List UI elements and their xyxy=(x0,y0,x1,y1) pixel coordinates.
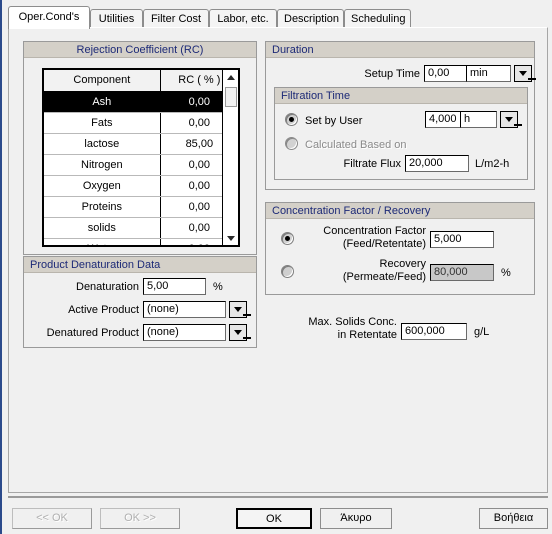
concentration-factor-title: Concentration Factor / Recovery xyxy=(266,203,534,219)
table-row[interactable]: Ash 0,00 xyxy=(44,91,238,113)
table-row[interactable]: Nitrogen 0,00 xyxy=(44,154,238,176)
filtration-time-title: Filtration Time xyxy=(275,88,527,104)
cell-component[interactable]: Nitrogen xyxy=(44,154,161,176)
rejection-coefficient-group: Rejection Coefficient (RC) Component RC … xyxy=(23,41,257,255)
recovery-label-line1: Recovery xyxy=(379,258,426,270)
rejection-coefficient-title: Rejection Coefficient (RC) xyxy=(24,42,256,58)
filtration-time-group: Filtration Time Set by User 4,000 h Calc… xyxy=(274,87,528,180)
filtrate-flux-label: Filtrate Flux xyxy=(343,158,401,170)
product-denaturation-group: Product Denaturation Data Denaturation 5… xyxy=(23,256,257,348)
max-solids-unit: g/L xyxy=(474,326,490,338)
rc-table: Component RC ( % ) Ash 0,00 Fats 0,00 la… xyxy=(44,70,238,245)
prev-ok-button[interactable]: << OK xyxy=(12,508,92,529)
cell-component[interactable]: Fats xyxy=(44,112,161,134)
table-vertical-scrollbar[interactable] xyxy=(222,70,238,245)
recovery-label-line2: (Permeate/Feed) xyxy=(342,271,426,283)
table-row[interactable]: Water 0,00 xyxy=(44,238,238,245)
denatured-product-label: Denatured Product xyxy=(46,327,139,339)
setup-time-label: Setup Time xyxy=(364,68,420,80)
filtrate-flux-input[interactable]: 20,000 xyxy=(405,155,469,172)
max-solids-label-line1: Max. Solids Conc. xyxy=(308,316,397,328)
set-by-user-label: Set by User xyxy=(305,115,363,127)
cell-component[interactable]: Water xyxy=(44,238,161,245)
tab-content-panel: Rejection Coefficient (RC) Component RC … xyxy=(8,27,548,493)
radio-calculated-based-on[interactable] xyxy=(285,137,298,150)
denatured-product-value[interactable]: (none) xyxy=(143,324,226,341)
triangle-down-icon xyxy=(226,235,235,241)
radio-concentration-factor[interactable] xyxy=(281,232,294,245)
concentration-factor-group: Concentration Factor / Recovery Concentr… xyxy=(265,202,535,295)
tab-utilities[interactable]: Utilities xyxy=(90,9,143,28)
help-button[interactable]: Βοήθεια xyxy=(479,508,548,529)
tab-filter-cost[interactable]: Filter Cost xyxy=(143,9,209,28)
scroll-down-button[interactable] xyxy=(223,231,238,245)
table-header-row: Component RC ( % ) xyxy=(44,70,238,92)
table-row[interactable]: solids 0,00 xyxy=(44,217,238,239)
filtration-time-unit-combo[interactable]: h xyxy=(460,111,522,128)
tab-oper-conds[interactable]: Oper.Cond's xyxy=(8,6,90,29)
calculated-based-on-label: Calculated Based on xyxy=(305,139,407,151)
concentration-factor-label-line1: Concentration Factor xyxy=(323,225,426,237)
tab-labor-etc[interactable]: Labor, etc. xyxy=(209,9,277,28)
max-solids-label-line2: in Retentate xyxy=(337,329,397,341)
dialog-window: Oper.Cond's Utilities Filter Cost Labor,… xyxy=(0,0,552,534)
filtration-time-unit-value[interactable]: h xyxy=(460,111,497,128)
setup-time-unit-value[interactable]: min xyxy=(466,65,511,82)
chevron-down-icon[interactable] xyxy=(500,111,522,128)
radio-recovery[interactable] xyxy=(281,265,294,278)
filtrate-flux-unit: L/m2-h xyxy=(475,158,510,170)
table-row[interactable]: Fats 0,00 xyxy=(44,112,238,134)
cell-component[interactable]: solids xyxy=(44,217,161,239)
table-row[interactable]: Proteins 0,00 xyxy=(44,196,238,218)
tab-description[interactable]: Description xyxy=(277,9,344,28)
cancel-button[interactable]: Άκυρο xyxy=(320,508,392,529)
max-solids-input[interactable]: 600,000 xyxy=(401,323,467,340)
scroll-up-button[interactable] xyxy=(223,70,238,84)
denaturation-unit: % xyxy=(213,281,223,293)
cell-component[interactable]: Oxygen xyxy=(44,175,161,197)
duration-group: Duration Setup Time 0,00 min Filtration … xyxy=(265,41,536,190)
triangle-up-icon xyxy=(226,74,235,80)
concentration-factor-label-line2: (Feed/Retentate) xyxy=(342,238,426,250)
table-row[interactable]: Oxygen 0,00 xyxy=(44,175,238,197)
chevron-down-icon[interactable] xyxy=(514,65,536,82)
denatured-product-combo[interactable]: (none) xyxy=(143,324,251,341)
dialog-button-bar: << OK OK >> OK Άκυρο Βοήθεια xyxy=(2,496,552,534)
tab-bar: Oper.Cond's Utilities Filter Cost Labor,… xyxy=(8,6,548,29)
rejection-coefficient-table[interactable]: Component RC ( % ) Ash 0,00 Fats 0,00 la… xyxy=(42,68,240,247)
concentration-factor-input[interactable]: 5,000 xyxy=(430,231,494,248)
tab-scheduling[interactable]: Scheduling xyxy=(344,9,411,28)
denaturation-input[interactable]: 5,00 xyxy=(143,278,206,295)
recovery-unit: % xyxy=(501,267,511,279)
product-denaturation-title: Product Denaturation Data xyxy=(24,257,256,273)
cell-component[interactable]: Proteins xyxy=(44,196,161,218)
chevron-down-icon[interactable] xyxy=(229,301,251,318)
cell-component[interactable]: lactose xyxy=(44,133,161,155)
duration-title: Duration xyxy=(266,42,534,58)
active-product-label: Active Product xyxy=(68,304,139,316)
active-product-combo[interactable]: (none) xyxy=(143,301,251,318)
recovery-input[interactable]: 80,000 xyxy=(430,264,494,281)
ok-button[interactable]: OK xyxy=(236,508,312,529)
cell-component[interactable]: Ash xyxy=(44,91,161,113)
next-ok-button[interactable]: OK >> xyxy=(100,508,180,529)
scrollbar-thumb[interactable] xyxy=(225,87,237,107)
radio-set-by-user[interactable] xyxy=(285,113,298,126)
denaturation-label: Denaturation xyxy=(76,281,139,293)
table-row[interactable]: lactose 85,00 xyxy=(44,133,238,155)
chevron-down-icon[interactable] xyxy=(229,324,251,341)
setup-time-unit-combo[interactable]: min xyxy=(466,65,536,82)
active-product-value[interactable]: (none) xyxy=(143,301,226,318)
column-header-component: Component xyxy=(44,70,161,92)
